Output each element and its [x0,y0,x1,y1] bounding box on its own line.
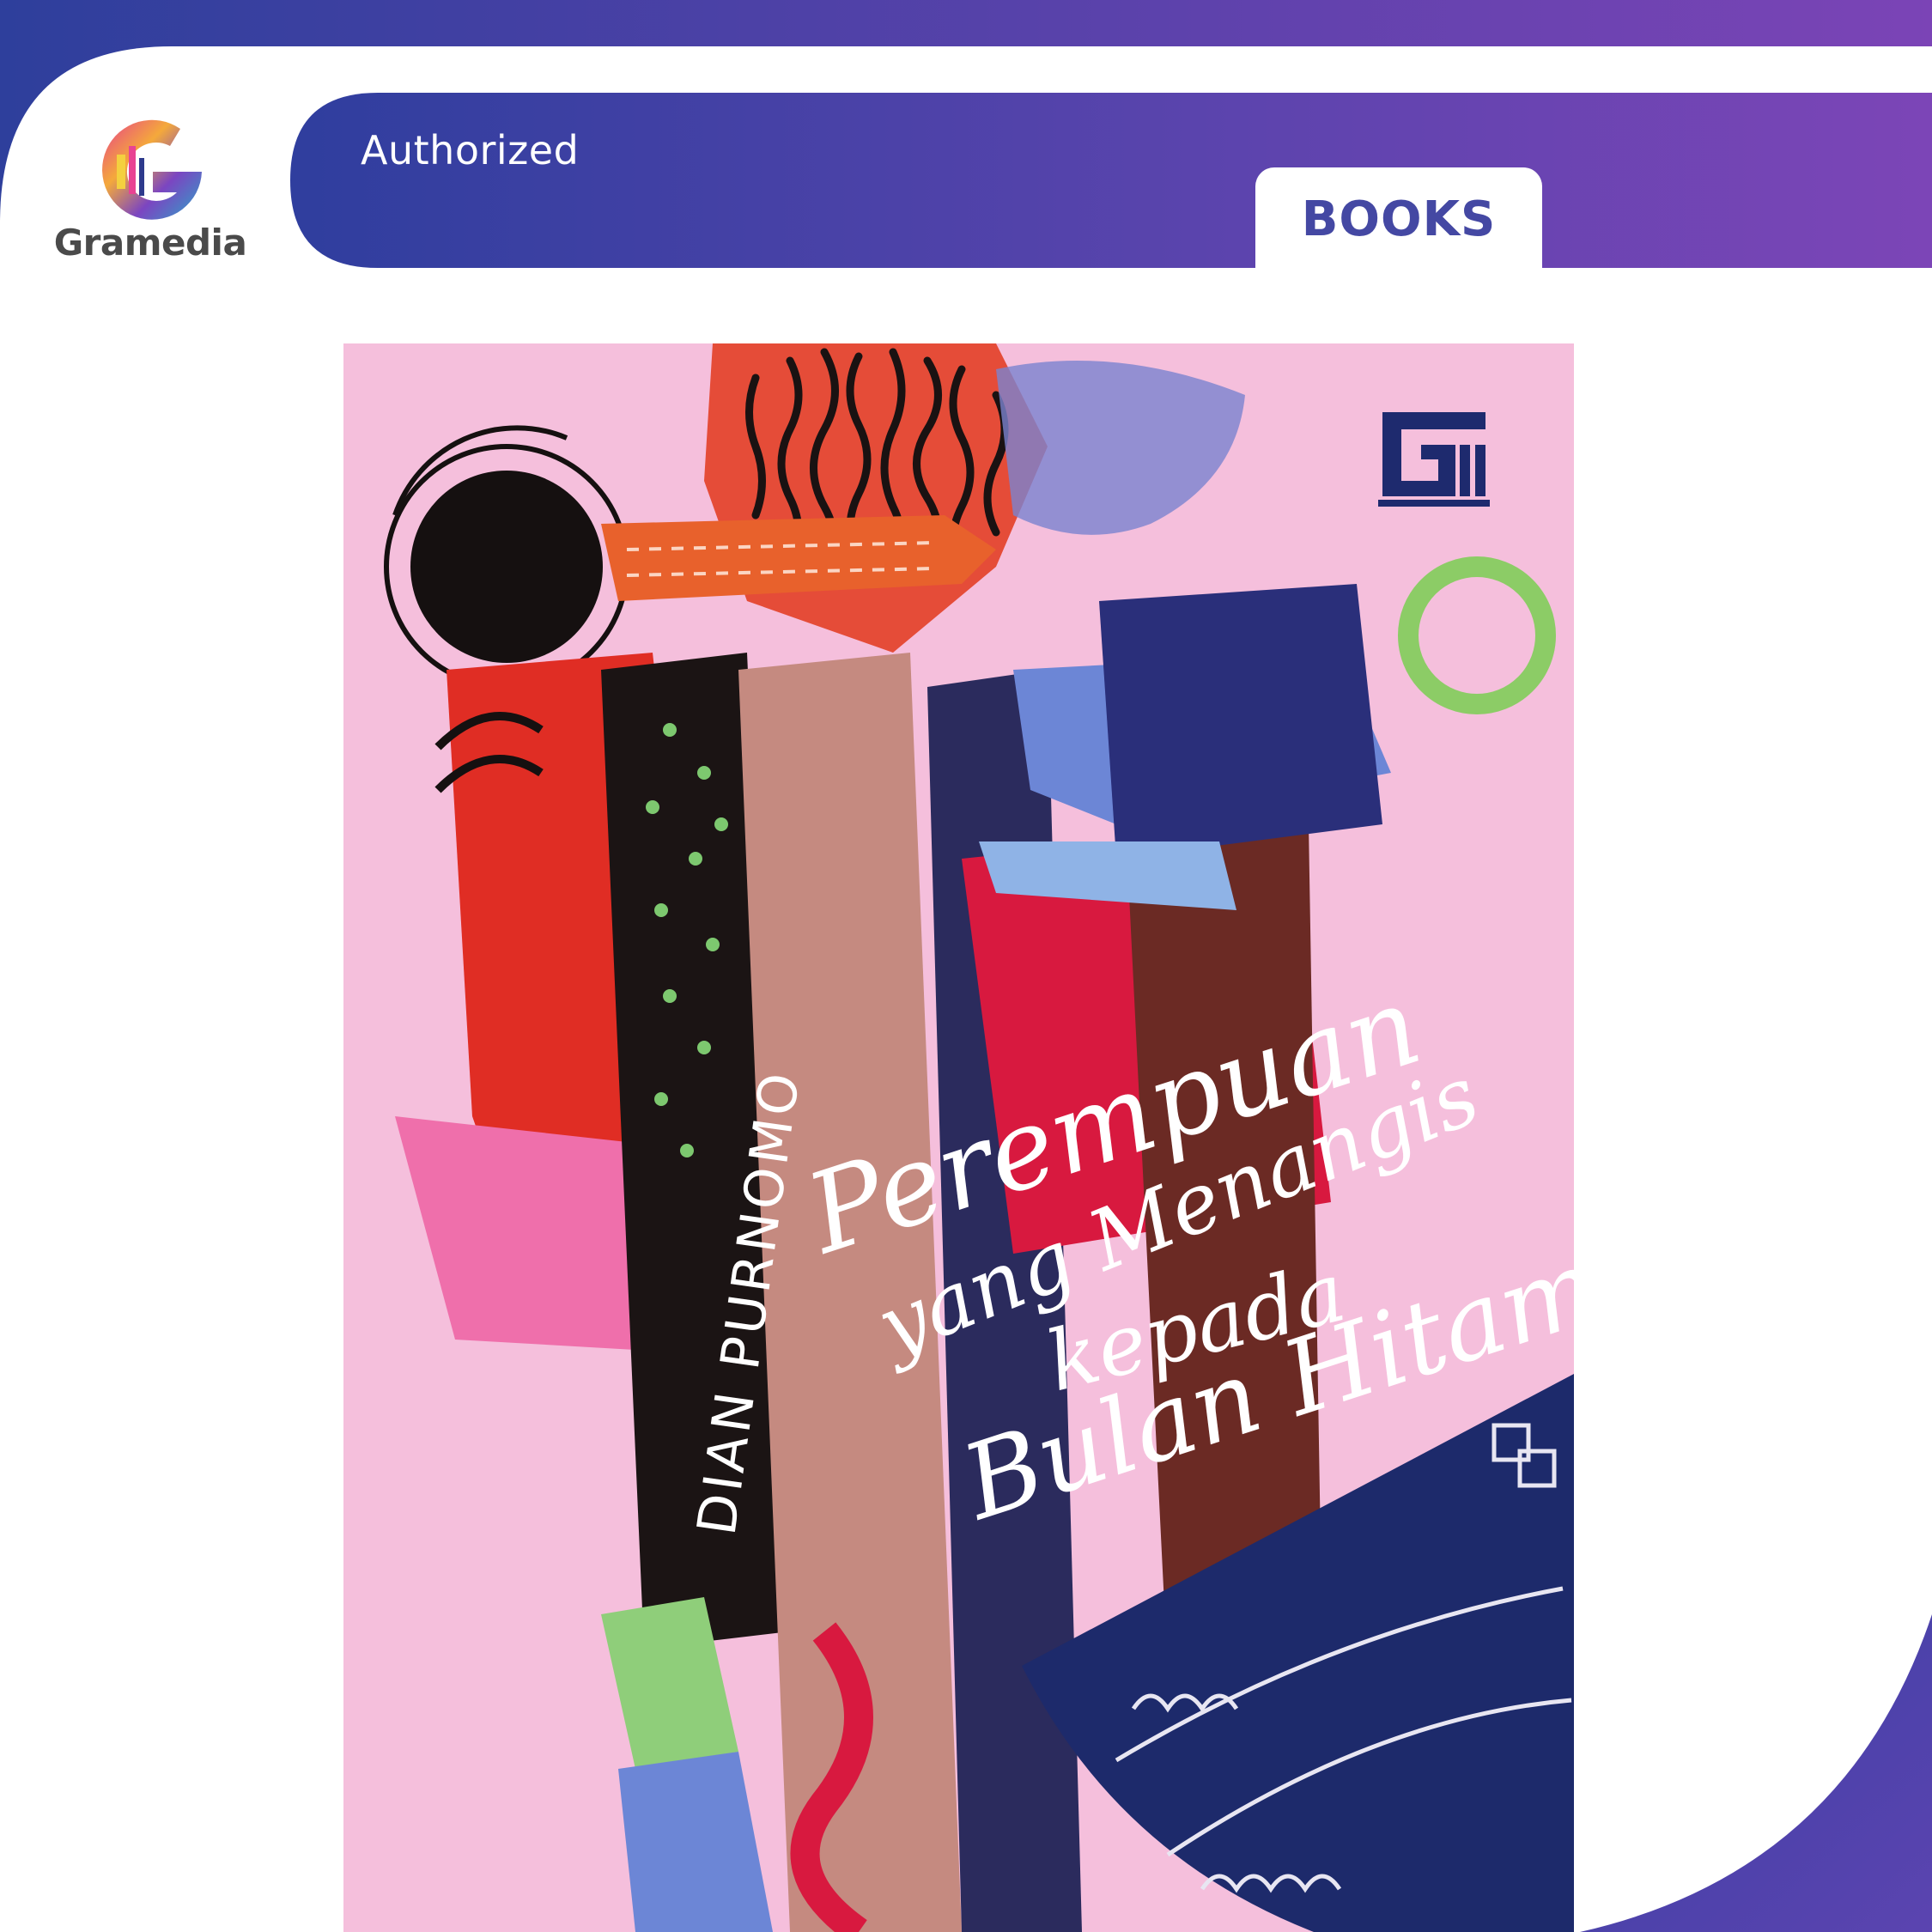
gramedia-logo: Gramedia [52,103,249,275]
book-cover: Perempuan yang Menangis kepada Bulan Hit… [343,343,1574,1932]
books-category-tab: BOOKS [1255,167,1542,269]
book-cover-illustration: Perempuan yang Menangis kepada Bulan Hit… [343,343,1574,1932]
books-category-label: BOOKS [1301,191,1497,247]
gramedia-g-icon [102,119,202,220]
authorized-label: Authorized [361,127,580,173]
logo-wordmark: Gramedia [53,222,247,264]
